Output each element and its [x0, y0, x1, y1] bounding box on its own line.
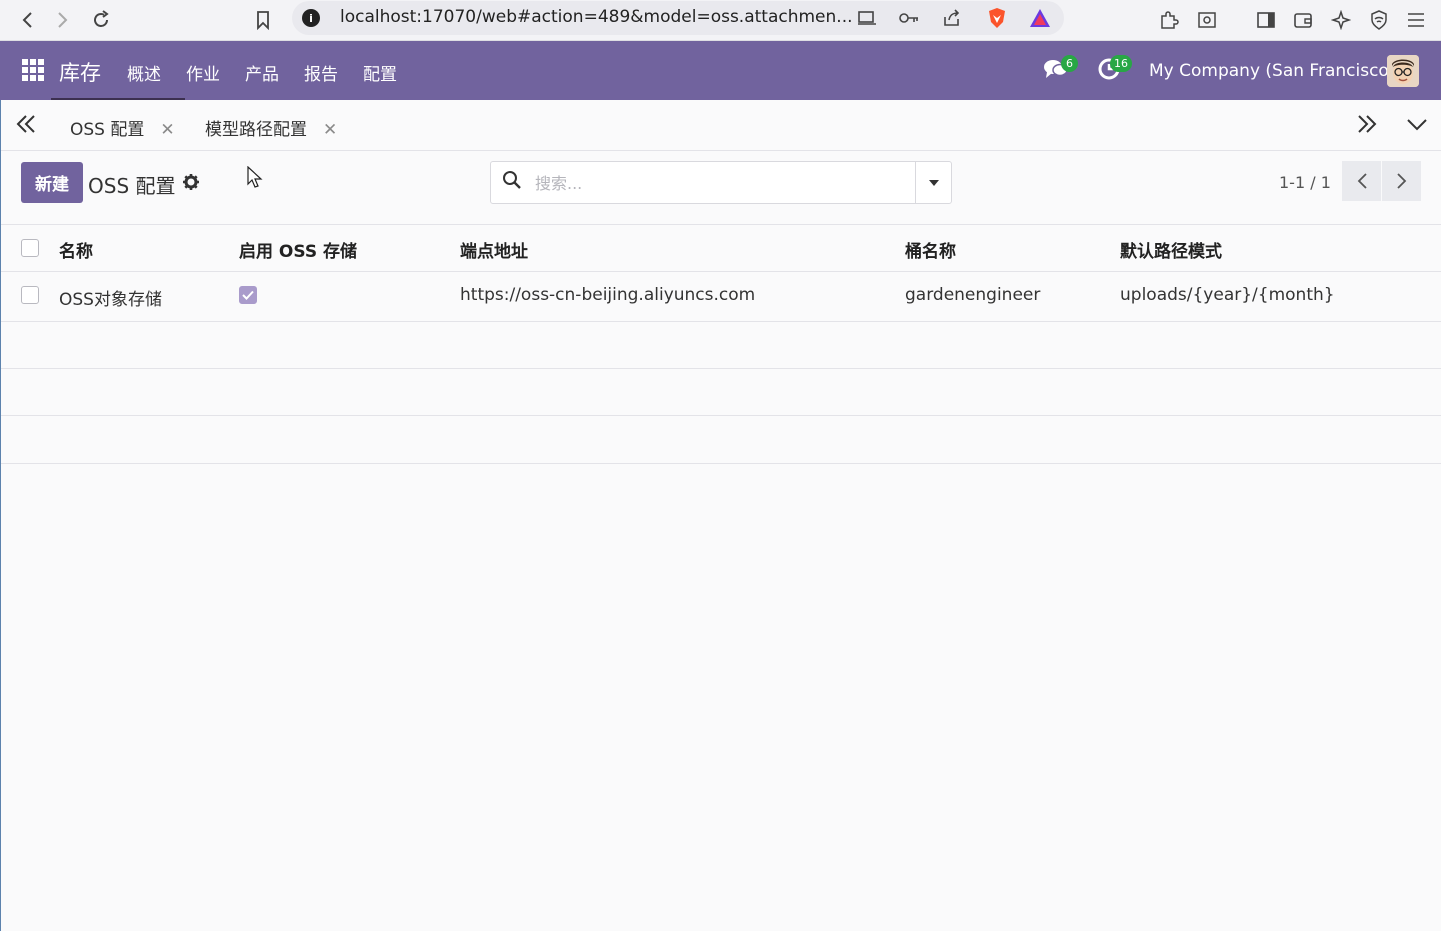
chevron-right-icon [1396, 173, 1406, 189]
brave-shield-icon[interactable] [982, 3, 1012, 33]
cell-bucket: gardenengineer [905, 285, 1041, 305]
gear-icon[interactable] [182, 173, 200, 196]
brave-rewards-icon[interactable] [1025, 3, 1055, 33]
user-avatar[interactable] [1387, 55, 1419, 87]
key-icon[interactable] [894, 3, 924, 33]
sidebar-icon[interactable] [1251, 5, 1281, 35]
table-top-border [0, 224, 1441, 225]
breadcrumb: OSS 配置 [88, 174, 176, 198]
menu-operations[interactable]: 作业 [186, 60, 220, 85]
column-header-endpoint[interactable]: 端点地址 [460, 237, 528, 262]
cell-path-pattern: uploads/{year}/{month} [1120, 285, 1335, 305]
empty-row-divider [0, 415, 1441, 416]
search-box [490, 161, 952, 204]
caret-down-icon [928, 179, 939, 186]
row-divider [0, 321, 1441, 322]
chevron-left-icon [1357, 173, 1367, 189]
share-icon[interactable] [937, 3, 967, 33]
browser-menu-icon[interactable] [1401, 5, 1431, 35]
reload-icon[interactable] [86, 5, 116, 35]
tab-label: 模型路径配置 [205, 120, 307, 140]
search-icon[interactable] [502, 170, 522, 195]
address-bar[interactable]: i localhost:17070/web#action=489&model=o… [292, 1, 1064, 35]
url-text: localhost:17070/web#action=489&model=oss… [340, 7, 853, 27]
messages-badge: 6 [1061, 55, 1078, 72]
pager-previous-button[interactable] [1342, 161, 1381, 201]
close-icon[interactable]: ✕ [323, 120, 337, 140]
vpn-shield-icon[interactable] [1364, 5, 1394, 35]
new-button[interactable]: 新建 [21, 162, 83, 203]
company-switcher[interactable]: My Company (San Francisco) [1149, 61, 1395, 81]
tabs-menu-chevron-down-icon[interactable] [1405, 112, 1429, 142]
tabs-scroll-left-icon[interactable] [14, 112, 38, 142]
column-header-oss-enabled[interactable]: 启用 OSS 存储 [239, 237, 357, 262]
empty-row-divider [0, 368, 1441, 369]
select-all-checkbox[interactable] [21, 239, 39, 257]
tabs-scroll-right-icon[interactable] [1355, 112, 1379, 142]
forward-icon[interactable] [48, 5, 78, 35]
wallet-icon[interactable] [1288, 5, 1318, 35]
pager-next-button[interactable] [1382, 161, 1421, 201]
menu-reporting[interactable]: 报告 [304, 60, 338, 85]
tab-label: OSS 配置 [70, 120, 145, 140]
back-icon[interactable] [12, 5, 42, 35]
extensions-icon[interactable] [1154, 5, 1184, 35]
column-header-path-pattern[interactable]: 默认路径模式 [1120, 237, 1222, 262]
search-input[interactable] [535, 172, 895, 194]
tabs-bar: OSS 配置 ✕ 模型路径配置 ✕ [0, 100, 1441, 151]
menu-overview[interactable]: 概述 [127, 60, 161, 85]
browser-toolbar: i localhost:17070/web#action=489&model=o… [0, 0, 1441, 41]
column-header-name[interactable]: 名称 [59, 237, 93, 262]
app-switcher-icon[interactable] [22, 59, 44, 81]
reader-mode-icon[interactable] [1192, 5, 1222, 35]
app-navbar: 库存 概述 作业 产品 报告 配置 6 16 My Company (San F… [0, 41, 1441, 100]
empty-row-divider [0, 463, 1441, 464]
column-header-bucket[interactable]: 桶名称 [905, 237, 956, 262]
search-options-toggle[interactable] [915, 162, 951, 203]
menu-products[interactable]: 产品 [245, 60, 279, 85]
activities-badge: 16 [1110, 55, 1132, 72]
site-info-icon[interactable]: i [302, 9, 320, 27]
header-divider [0, 271, 1441, 272]
cell-endpoint: https://oss-cn-beijing.aliyuncs.com [460, 285, 756, 305]
oss-enabled-checkbox [239, 286, 257, 304]
mouse-cursor-icon [247, 165, 263, 194]
menu-configuration[interactable]: 配置 [363, 60, 397, 85]
tab-model-path-config[interactable]: 模型路径配置 ✕ [205, 115, 337, 140]
close-icon[interactable]: ✕ [160, 120, 174, 140]
window-edge [0, 100, 1, 931]
pager-value[interactable]: 1-1 / 1 [1279, 173, 1331, 192]
install-app-icon[interactable] [852, 3, 882, 33]
app-name[interactable]: 库存 [59, 57, 101, 87]
cell-name: OSS对象存储 [59, 290, 162, 310]
row-select-checkbox[interactable] [21, 286, 39, 304]
leo-ai-icon[interactable] [1326, 5, 1356, 35]
bookmark-icon[interactable] [248, 5, 278, 35]
tab-oss-config[interactable]: OSS 配置 ✕ [70, 115, 175, 140]
check-icon [242, 290, 254, 300]
